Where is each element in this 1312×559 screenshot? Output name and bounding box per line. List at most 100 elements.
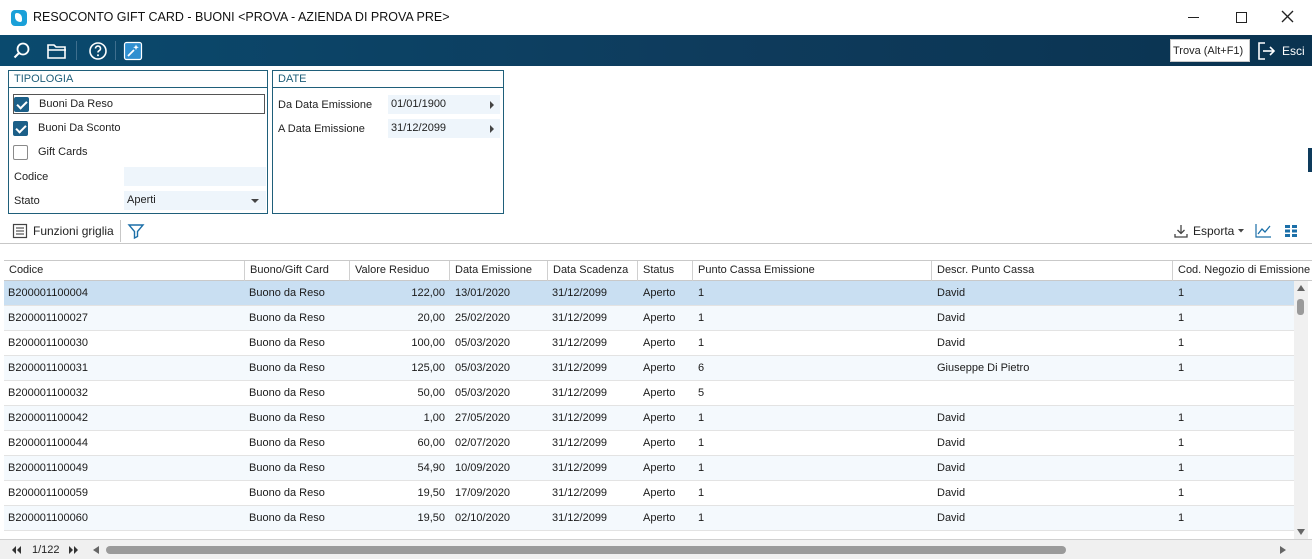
to-date-input[interactable]: 31/12/2099 [388, 119, 500, 138]
cell-valore-residuo: 125,00 [411, 362, 445, 374]
table-row[interactable]: B200001100049 Buono da Reso 54,90 10/09/202… [4, 456, 1294, 481]
magic-button[interactable] [120, 38, 146, 63]
cell-punto-cassa: 6 [698, 362, 705, 374]
cell-data-scadenza: 31/12/2099 [552, 312, 608, 324]
cell-descr-punto-cassa: David [937, 512, 966, 524]
chart-button[interactable] [1254, 222, 1272, 240]
cell-punto-cassa: 1 [698, 487, 705, 499]
grid-layout-icon [1285, 225, 1297, 237]
column-header-status[interactable]: Status [638, 261, 693, 281]
table-row[interactable]: B200001100044 Buono da Reso 60,00 02/07/202… [4, 431, 1294, 456]
cell-buono: Buono da Reso [249, 287, 325, 299]
column-header-valore-residuo[interactable]: Valore Residuo [350, 261, 450, 281]
scroll-left-icon[interactable] [93, 546, 99, 554]
column-header-cod-negozio[interactable]: Cod. Negozio di Emissione [1173, 261, 1312, 281]
checkbox-buoni-da-sconto[interactable]: Buoni Da Sconto [13, 118, 121, 138]
table-row[interactable]: B200001100042 Buono da Reso 1,00 27/05/2020… [4, 406, 1294, 431]
checkbox-box[interactable] [13, 144, 28, 160]
stato-label: Stato [14, 195, 40, 207]
cell-status: Aperto [643, 362, 676, 374]
cell-buono: Buono da Reso [249, 387, 325, 399]
checkbox-label: Gift Cards [38, 146, 88, 158]
chevron-right-icon [490, 125, 494, 133]
export-label: Esporta [1193, 224, 1235, 238]
exit-button[interactable]: Esci [1257, 39, 1305, 62]
horizontal-scrollbar[interactable] [92, 542, 1287, 558]
cell-codice: B200001100059 [8, 487, 88, 499]
cell-valore-residuo: 60,00 [417, 437, 445, 449]
horizontal-scroll-thumb[interactable] [106, 546, 1066, 554]
column-header-buono[interactable]: Buono/Gift Card [245, 261, 350, 281]
help-button[interactable] [85, 38, 111, 63]
table-row[interactable]: B200001100031 Buono da Reso 125,00 05/03/20… [4, 356, 1294, 381]
cell-data-emissione: 02/07/2020 [455, 437, 511, 449]
column-header-data-scadenza[interactable]: Data Scadenza [548, 261, 638, 281]
cell-data-scadenza: 31/12/2099 [552, 412, 608, 424]
first-page-icon[interactable] [10, 545, 22, 555]
column-header-punto-cassa[interactable]: Punto Cassa Emissione [693, 261, 932, 281]
to-date-label: A Data Emissione [278, 123, 365, 135]
table-row[interactable]: B200001100060 Buono da Reso 19,50 02/10/202… [4, 506, 1294, 531]
cell-cod-negozio: 1 [1178, 412, 1185, 424]
scroll-down-icon[interactable] [1297, 529, 1305, 535]
cell-data-emissione: 05/03/2020 [455, 387, 511, 399]
cell-buono: Buono da Reso [249, 512, 325, 524]
vertical-scrollbar[interactable] [1294, 281, 1308, 539]
chevron-down-icon [1238, 229, 1245, 233]
search-button[interactable] [9, 38, 35, 63]
column-header-descr-punto-cassa[interactable]: Descr. Punto Cassa [932, 261, 1173, 281]
table-row[interactable]: B200001100032 Buono da Reso 50,00 05/03/202… [4, 381, 1294, 406]
checkbox-gift-cards[interactable]: Gift Cards [13, 142, 88, 162]
scroll-right-icon[interactable] [1280, 546, 1286, 554]
scroll-thumb[interactable] [1297, 299, 1304, 315]
minimize-button[interactable] [1180, 4, 1208, 30]
table-row[interactable]: B200001100027 Buono da Reso 20,00 25/02/202… [4, 306, 1294, 331]
folder-open-icon [47, 43, 66, 59]
grid-functions-button[interactable]: Funzioni griglia [12, 222, 114, 240]
app-logo-icon [11, 10, 27, 26]
grid-layout-button[interactable] [1284, 222, 1298, 240]
cell-cod-negozio: 1 [1178, 362, 1185, 374]
cell-data-emissione: 05/03/2020 [455, 362, 511, 374]
cell-descr-punto-cassa: David [937, 462, 966, 474]
cell-valore-residuo: 100,00 [411, 337, 445, 349]
exit-icon [1258, 41, 1276, 60]
table-row[interactable]: B200001100059 Buono da Reso 19,50 17/09/202… [4, 481, 1294, 506]
from-date-input[interactable]: 01/01/1900 [388, 95, 500, 114]
column-header-codice[interactable]: Codice [4, 261, 245, 281]
filter-button[interactable] [127, 222, 145, 240]
cell-valore-residuo: 54,90 [417, 462, 445, 474]
cell-codice: B200001100049 [8, 462, 88, 474]
export-button[interactable]: Esporta [1173, 222, 1245, 240]
exit-label: Esci [1282, 43, 1305, 58]
table-row[interactable]: B200001100004 Buono da Reso 122,00 13/01/20… [4, 281, 1294, 306]
checkbox-buoni-da-reso[interactable]: Buoni Da Reso [13, 94, 265, 114]
open-button[interactable] [44, 38, 70, 63]
title-bar: RESOCONTO GIFT CARD - BUONI <PROVA - AZI… [0, 0, 1312, 35]
close-window-button[interactable] [1274, 4, 1302, 30]
cell-data-scadenza: 31/12/2099 [552, 362, 608, 374]
cell-punto-cassa: 1 [698, 287, 705, 299]
table-row[interactable]: B200001100030 Buono da Reso 100,00 05/03/20… [4, 331, 1294, 356]
scroll-up-icon[interactable] [1297, 285, 1305, 291]
cell-data-scadenza: 31/12/2099 [552, 512, 608, 524]
cell-buono: Buono da Reso [249, 487, 325, 499]
grid-toolbar: Funzioni griglia Esporta [0, 218, 1312, 244]
stato-select[interactable]: Aperti [124, 191, 266, 210]
codice-input[interactable] [124, 167, 266, 186]
column-header-data-emissione[interactable]: Data Emissione [450, 261, 548, 281]
tipologia-title: TIPOLOGIA [9, 71, 267, 88]
cell-data-emissione: 13/01/2020 [455, 287, 511, 299]
checkbox-box[interactable] [13, 120, 28, 136]
cell-status: Aperto [643, 312, 676, 324]
checkbox-box[interactable] [14, 96, 29, 112]
cell-data-emissione: 25/02/2020 [455, 312, 511, 324]
maximize-button[interactable] [1227, 4, 1255, 30]
search-icon [13, 42, 30, 58]
search-input[interactable]: Trova (Alt+F1) [1170, 39, 1250, 62]
last-page-icon[interactable] [68, 545, 80, 555]
to-date-value: 31/12/2099 [391, 122, 447, 134]
date-panel: DATE Da Data Emissione 01/01/1900 A Data… [272, 70, 504, 214]
cell-data-scadenza: 31/12/2099 [552, 437, 608, 449]
cell-descr-punto-cassa: David [937, 312, 966, 324]
